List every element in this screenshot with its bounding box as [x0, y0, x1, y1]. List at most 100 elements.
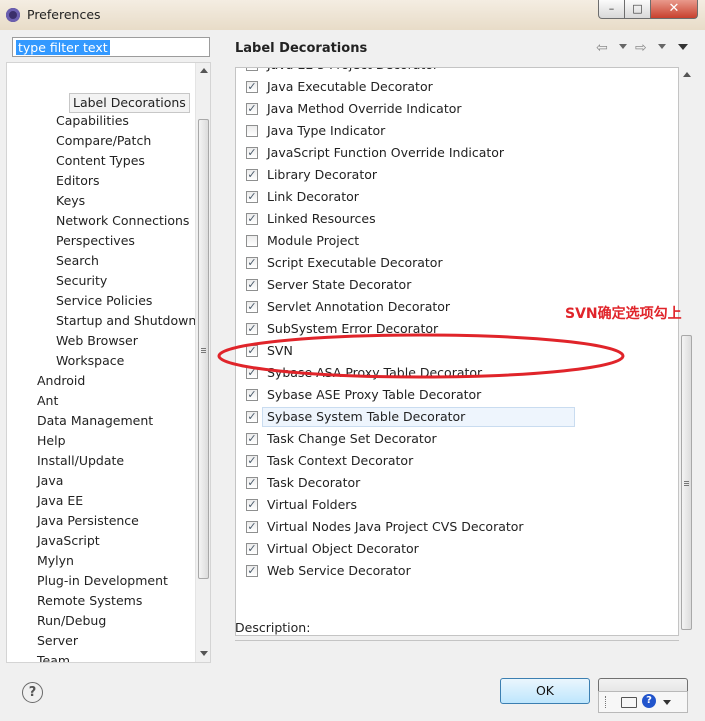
tree-item[interactable]: Search — [56, 252, 99, 270]
minimize-button[interactable]: – — [598, 0, 625, 19]
tree-item[interactable]: Java — [37, 472, 63, 490]
tree-item[interactable]: Label Decorations — [69, 93, 190, 113]
page-scrollbar[interactable] — [679, 67, 694, 685]
decorator-row[interactable]: ✓ Java Method Override Indicator — [236, 99, 678, 121]
tree-item[interactable]: Install/Update — [37, 452, 124, 470]
decorator-checkbox[interactable]: ✓ — [246, 499, 258, 511]
decorator-checkbox[interactable]: ✓ — [246, 169, 258, 181]
tree-item[interactable]: Team — [37, 652, 70, 662]
decorator-checkbox[interactable]: ✓ — [246, 433, 258, 445]
forward-dropdown-icon[interactable] — [658, 44, 666, 49]
decorator-checkbox[interactable]: ✓ — [246, 213, 258, 225]
decorator-checkbox[interactable]: ✓ — [246, 191, 258, 203]
help-icon[interactable]: ? — [22, 682, 43, 703]
tree-item[interactable]: Security — [56, 272, 107, 290]
tree-item[interactable]: Mylyn — [37, 552, 74, 570]
decorator-checkbox[interactable]: ✓ — [246, 477, 258, 489]
tree-item[interactable]: Compare/Patch — [56, 132, 151, 150]
maximize-button[interactable]: □ — [624, 0, 651, 19]
decorator-row[interactable]: ✓ Virtual Nodes Java Project CVS Decorato… — [236, 517, 678, 539]
decorator-row[interactable]: ✓ Linked Resources — [236, 209, 678, 231]
close-button[interactable]: ✕ — [650, 0, 698, 19]
tree-item[interactable]: Run/Debug — [37, 612, 106, 630]
decorator-row[interactable]: ✓ Sybase ASE Proxy Table Decorator — [236, 385, 678, 407]
ime-dropdown-icon[interactable] — [663, 700, 671, 705]
decorator-row[interactable]: ✓ Task Decorator — [236, 473, 678, 495]
decorator-label: Link Decorator — [267, 189, 359, 204]
decorator-row[interactable]: ✓ Java EE 5 Project Decorator — [236, 68, 678, 77]
tree-item[interactable]: Java Persistence — [37, 512, 139, 530]
tree-item[interactable]: Server — [37, 632, 78, 650]
decorator-checkbox[interactable]: ✓ — [246, 147, 258, 159]
tree-item[interactable]: Editors — [56, 172, 100, 190]
decorator-row[interactable]: ✓ Script Executable Decorator — [236, 253, 678, 275]
page-scroll-thumb[interactable] — [681, 335, 692, 630]
window-title: Preferences — [27, 7, 101, 22]
decorator-checkbox[interactable]: ✓ — [246, 68, 258, 71]
tree-scroll-thumb[interactable] — [198, 119, 209, 579]
decorator-checkbox[interactable]: ✓ — [246, 257, 258, 269]
scroll-up-icon[interactable] — [200, 68, 208, 73]
tree-item[interactable]: Workspace — [56, 352, 124, 370]
tree-item[interactable]: Perspectives — [56, 232, 135, 250]
tree-item[interactable]: Content Types — [56, 152, 145, 170]
decorator-checkbox[interactable]: ✓ — [246, 81, 258, 93]
ok-button[interactable]: OK — [500, 678, 590, 704]
decorator-row[interactable]: ✓ Web Service Decorator — [236, 561, 678, 583]
tree-item[interactable]: Service Policies — [56, 292, 152, 310]
decorator-row[interactable]: ✓ Sybase System Table Decorator — [236, 407, 678, 429]
decorator-row[interactable]: ✓ Task Change Set Decorator — [236, 429, 678, 451]
tree-item[interactable]: Java EE — [37, 492, 83, 510]
decorator-row[interactable]: ✓ Task Context Decorator — [236, 451, 678, 473]
decorator-checkbox[interactable]: ✓ — [246, 389, 258, 401]
decorator-checkbox[interactable]: ✓ — [246, 301, 258, 313]
tree-item[interactable]: Web Browser — [56, 332, 138, 350]
tree-item[interactable]: Ant — [37, 392, 58, 410]
decorator-row[interactable]: ✓ Library Decorator — [236, 165, 678, 187]
decorator-checkbox[interactable]: ✓ — [246, 521, 258, 533]
tree-item[interactable]: JavaScript — [37, 532, 100, 550]
decorator-row[interactable]: ✓ JavaScript Function Override Indicator — [236, 143, 678, 165]
tree-item[interactable]: Remote Systems — [37, 592, 142, 610]
filter-input[interactable]: type filter text — [12, 37, 210, 57]
tree-item[interactable]: Help — [37, 432, 66, 450]
description-area — [235, 640, 679, 664]
decorator-row[interactable]: ✓ Virtual Object Decorator — [236, 539, 678, 561]
decorator-checkbox[interactable]: ✓ — [246, 411, 258, 423]
decorator-row[interactable]: Module Project — [236, 231, 678, 253]
decorator-row[interactable]: ✓ Link Decorator — [236, 187, 678, 209]
decorator-checkbox[interactable]: ✓ — [246, 279, 258, 291]
scroll-down-icon[interactable] — [200, 651, 208, 656]
tree-item[interactable]: Keys — [56, 192, 85, 210]
back-dropdown-icon[interactable] — [619, 44, 627, 49]
page-scroll-up-icon[interactable] — [683, 72, 691, 77]
tree-scrollbar[interactable] — [195, 63, 210, 662]
tree-item[interactable]: Network Connections — [56, 212, 189, 230]
tree-item[interactable]: Capabilities — [56, 112, 129, 130]
forward-arrow-icon[interactable]: ⇨ — [635, 40, 647, 56]
page-title: Label Decorations — [235, 41, 368, 56]
preference-tree: Label Decorations Capabilities Compare/Pat… — [6, 62, 211, 663]
ime-help-icon[interactable]: ? — [642, 694, 656, 708]
decorator-row[interactable]: ✓ Java Executable Decorator — [236, 77, 678, 99]
tree-item[interactable]: Data Management — [37, 412, 153, 430]
ime-toolbar[interactable]: ? — [598, 691, 688, 713]
decorator-checkbox[interactable]: ✓ — [246, 455, 258, 467]
back-arrow-icon[interactable]: ⇦ — [596, 40, 608, 56]
decorator-checkbox[interactable] — [246, 235, 258, 247]
keyboard-icon[interactable] — [621, 697, 637, 708]
tree-item[interactable]: Plug-in Development — [37, 572, 168, 590]
decorator-label: Virtual Nodes Java Project CVS Decorator — [267, 519, 524, 534]
decorator-checkbox[interactable]: ✓ — [246, 565, 258, 577]
decorator-checkbox[interactable]: ✓ — [246, 543, 258, 555]
decorator-row[interactable]: Java Type Indicator — [236, 121, 678, 143]
tree-item[interactable]: Startup and Shutdown — [56, 312, 196, 330]
decorator-checkbox[interactable] — [246, 125, 258, 137]
decorator-checkbox[interactable]: ✓ — [246, 103, 258, 115]
decorator-row[interactable]: ✓ Server State Decorator — [236, 275, 678, 297]
decorator-row[interactable]: ✓ Virtual Folders — [236, 495, 678, 517]
view-menu-icon[interactable] — [678, 44, 688, 50]
ime-grip-icon[interactable] — [605, 696, 608, 708]
dialog-button-bar: ? OK ? — [0, 663, 705, 721]
tree-item[interactable]: Android — [37, 372, 85, 390]
